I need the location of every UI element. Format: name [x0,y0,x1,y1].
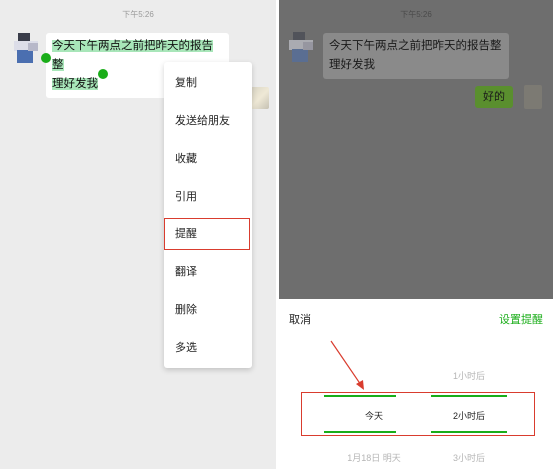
cancel-button[interactable]: 取消 [289,311,311,327]
menu-item-delete[interactable]: 删除 [164,293,252,327]
incoming-message-bubble-dim: 今天下午两点之前把昨天的报告整 理好发我 [323,33,509,79]
picker-time-below[interactable]: 3小时后 [429,451,509,464]
reminder-sheet: 取消 设置提醒 1小时后 今天 2小时后 1月18日 明天 3小时后 [279,299,553,469]
menu-item-translate[interactable]: 翻译 [164,255,252,289]
selected-text-line-2: 理好发我 [52,78,98,90]
selection-end-handle[interactable] [98,69,108,79]
menu-item-multiselect[interactable]: 多选 [164,331,252,365]
remind-highlight-box [164,218,250,250]
outgoing-message-bubble: 好的 [475,86,513,108]
message-timestamp-dim: 下午5:26 [400,10,432,19]
chat-panel-left: 下午5:26 今天下午两点之前把昨天的报告整 理好发我 复制 发送给朋友 收藏 … [0,0,276,469]
chat-panel-right: 下午5:26 今天下午两点之前把昨天的报告整 理好发我 好的 取消 设置提醒 1… [279,0,553,469]
picker-time-above[interactable]: 1小时后 [429,369,509,382]
own-avatar-partial [251,87,269,109]
message-line-2: 理好发我 [329,59,375,71]
picker-highlight-box [301,392,535,436]
sender-avatar-dim [289,32,313,62]
message-line-1: 今天下午两点之前把昨天的报告整 [329,40,502,52]
picker-day-below[interactable]: 1月18日 明天 [334,451,414,464]
menu-item-favorite[interactable]: 收藏 [164,142,252,176]
own-avatar-dim [524,85,542,109]
menu-item-copy[interactable]: 复制 [164,66,252,100]
message-timestamp: 下午5:26 [122,10,154,19]
menu-item-forward[interactable]: 发送给朋友 [164,104,252,138]
set-reminder-button[interactable]: 设置提醒 [499,311,543,327]
selection-start-handle[interactable] [41,53,51,63]
sender-avatar[interactable] [14,33,38,63]
annotation-arrow-icon [330,340,364,390]
menu-item-quote[interactable]: 引用 [164,180,252,214]
message-context-menu: 复制 发送给朋友 收藏 引用 提醒 翻译 删除 多选 [164,62,252,368]
